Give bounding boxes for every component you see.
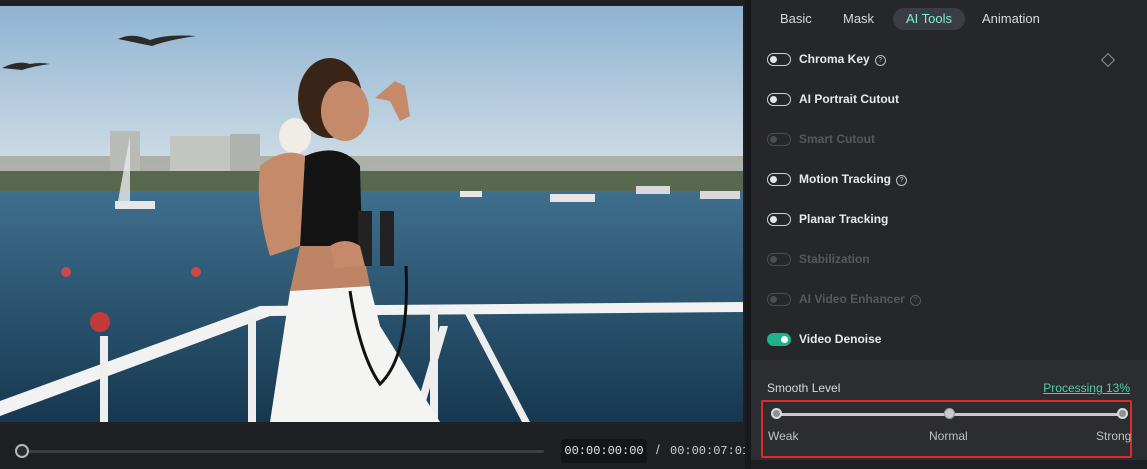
planar-tracking-toggle[interactable]	[767, 213, 791, 226]
level-label-weak: Weak	[768, 429, 799, 443]
stabilization-toggle	[767, 253, 791, 266]
processing-status-link[interactable]: Processing 13%	[1043, 381, 1130, 395]
ai-portrait-cutout-label: AI Portrait Cutout	[799, 92, 899, 106]
tool-row-video-denoise: Video Denoise	[751, 320, 1147, 360]
timeline-scrubber[interactable]	[20, 450, 544, 453]
help-icon: ?	[909, 295, 921, 306]
tab-animation[interactable]: Animation	[969, 8, 1053, 30]
slider-stop-weak[interactable]	[771, 408, 782, 419]
panel-tabs: Basic Mask AI Tools Animation	[751, 0, 1147, 38]
tool-row-smart-cutout: Smart Cutout	[751, 120, 1147, 160]
ai-portrait-cutout-toggle[interactable]	[767, 93, 791, 106]
tool-row-stabilization: Stabilization	[751, 240, 1147, 280]
tool-row-chroma-key: Chroma Key?	[751, 40, 1147, 80]
chroma-key-toggle[interactable]	[767, 53, 791, 66]
time-separator: /	[656, 442, 660, 457]
ai-video-enhancer-label: AI Video Enhancer	[799, 292, 905, 306]
tool-row-ai-portrait-cutout: AI Portrait Cutout	[751, 80, 1147, 120]
playhead-handle[interactable]	[15, 444, 29, 458]
stabilization-label: Stabilization	[799, 252, 870, 266]
video-preview[interactable]	[0, 6, 743, 422]
level-label-strong: Strong	[1096, 429, 1132, 443]
smart-cutout-toggle	[767, 133, 791, 146]
motion-tracking-label: Motion Tracking	[799, 172, 892, 186]
planar-tracking-label: Planar Tracking	[799, 212, 889, 226]
denoise-settings: Smooth Level Processing 13% Weak Normal …	[751, 360, 1147, 469]
diamond-icon[interactable]	[1100, 52, 1116, 68]
video-denoise-toggle[interactable]	[767, 333, 791, 346]
video-denoise-label: Video Denoise	[799, 332, 882, 346]
ai-tools-list: Chroma Key? AI Portrait Cutout Smart Cut…	[751, 40, 1147, 360]
help-icon[interactable]: ?	[874, 55, 886, 66]
tab-mask[interactable]: Mask	[830, 8, 887, 30]
panel-footer-strip	[751, 460, 1147, 469]
ai-video-enhancer-toggle	[767, 293, 791, 306]
playback-controls: 00:00:00:00 / 00:00:07:01	[0, 428, 751, 469]
help-icon[interactable]: ?	[896, 175, 908, 186]
chroma-key-label: Chroma Key	[799, 52, 870, 66]
smooth-level-slider-highlight: Weak Normal Strong	[761, 400, 1132, 458]
slider-stop-strong[interactable]	[1117, 408, 1128, 419]
smooth-level-label: Smooth Level	[767, 381, 841, 395]
tool-row-planar-tracking: Planar Tracking	[751, 200, 1147, 240]
preview-area: 00:00:00:00 / 00:00:07:01	[0, 0, 751, 469]
tab-ai-tools[interactable]: AI Tools	[893, 8, 966, 30]
current-time-display[interactable]: 00:00:00:00	[561, 439, 647, 463]
video-frame-image	[0, 6, 743, 422]
smart-cutout-label: Smart Cutout	[799, 132, 875, 146]
tool-row-ai-video-enhancer: AI Video Enhancer?	[751, 280, 1147, 320]
slider-stop-normal[interactable]	[944, 408, 955, 419]
tool-row-motion-tracking: Motion Tracking?	[751, 160, 1147, 200]
level-label-normal: Normal	[929, 429, 968, 443]
motion-tracking-toggle[interactable]	[767, 173, 791, 186]
tab-basic[interactable]: Basic	[767, 8, 825, 30]
total-duration: 00:00:07:01	[670, 444, 750, 458]
properties-panel: Basic Mask AI Tools Animation Chroma Key…	[751, 0, 1147, 469]
